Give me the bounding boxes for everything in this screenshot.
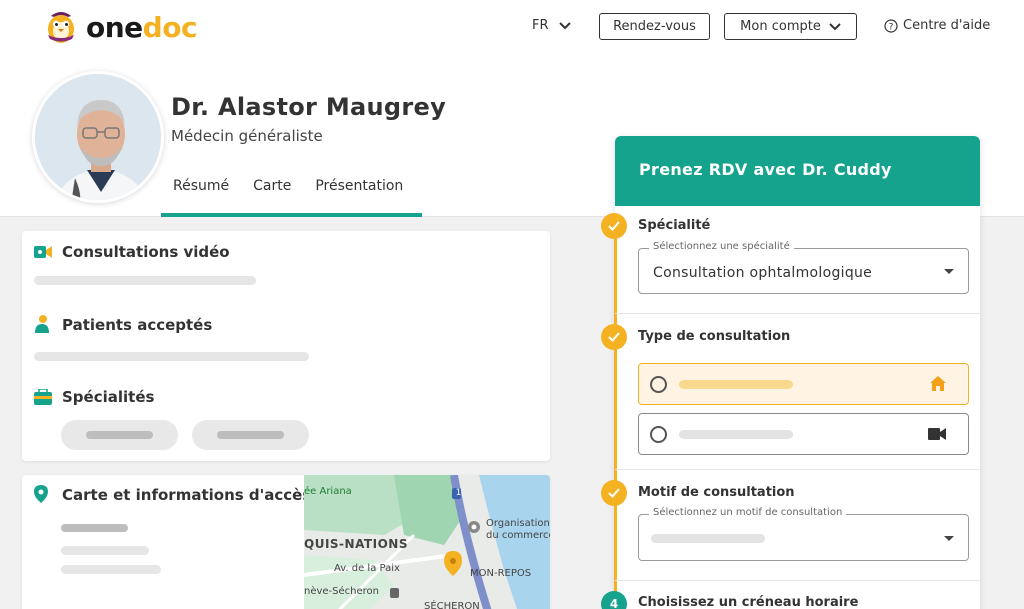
specialties-title: Spécialités: [62, 388, 155, 406]
consultation-reason-select[interactable]: Sélectionnez un motif de consultation: [638, 507, 969, 561]
option-label-placeholder: [679, 430, 793, 439]
divider: [615, 469, 980, 470]
map-label: du commerce: [486, 530, 550, 541]
tab-carte[interactable]: Carte: [241, 170, 303, 217]
appointments-button-label: Rendez-vous: [613, 19, 696, 34]
video-consultations-title: Consultations vidéo: [62, 243, 230, 261]
step-1-check-icon: [601, 213, 627, 239]
accepted-patients-title: Patients acceptés: [62, 316, 213, 334]
booking-panel-title: Prenez RDV avec Dr. Cuddy: [639, 160, 892, 179]
address-placeholder: [61, 546, 149, 555]
specialty-tag-placeholder: [192, 420, 309, 450]
map-label: MON-REPOS: [470, 568, 532, 579]
divider: [615, 580, 980, 581]
svg-text:?: ?: [889, 22, 894, 32]
doctor-name: Dr. Alastor Maugrey: [171, 93, 447, 121]
dropdown-caret-icon: [944, 269, 954, 274]
specialty-select-value: Consultation ophtalmologique: [653, 265, 873, 281]
map-label: SÉCHERON: [424, 601, 480, 609]
home-icon: [930, 376, 946, 391]
radio-button[interactable]: [650, 376, 667, 393]
step-3-title: Motif de consultation: [638, 485, 795, 500]
doctor-avatar: [32, 71, 164, 203]
map-access-card: Carte et informations d'accès ée Ariana …: [22, 475, 550, 609]
profile-tabs: Résumé Carte Présentation: [161, 170, 415, 217]
help-center-label: Centre d'aide: [903, 18, 991, 33]
video-camera-icon: [928, 428, 946, 440]
booking-steps-timeline: [614, 216, 617, 609]
patient-icon: [35, 315, 49, 333]
tab-resume[interactable]: Résumé: [161, 170, 241, 217]
video-camera-icon: [34, 246, 52, 258]
step-4-title: Choisissez un créneau horaire: [638, 595, 859, 609]
map-label: 1: [455, 488, 462, 498]
onedoc-logo[interactable]: onedoc: [42, 8, 198, 46]
map-label: Organisation: [486, 518, 550, 529]
consultation-type-in-person-option[interactable]: [638, 363, 969, 405]
my-account-button[interactable]: Mon compte: [724, 13, 857, 40]
specialty-select[interactable]: Sélectionnez une spécialité Consultation…: [638, 241, 969, 294]
step-3-check-icon: [601, 480, 627, 506]
specialty-select-legend: Sélectionnez une spécialité: [649, 241, 794, 252]
penguin-mascot-icon: [48, 12, 74, 43]
map-label: Av. de la Paix: [334, 563, 400, 574]
briefcase-icon: [34, 389, 52, 405]
map-label: ée Ariana: [304, 486, 352, 497]
map-pin-icon: [34, 485, 48, 503]
location-map[interactable]: ée Ariana QUIS-NATIONS Av. de la Paix MO…: [304, 475, 550, 609]
doctor-portrait: [35, 74, 161, 200]
summary-card: Consultations vidéo Patients acceptés Sp…: [22, 231, 550, 461]
video-consultations-placeholder: [34, 276, 256, 285]
help-center-link[interactable]: ? Centre d'aide: [884, 18, 990, 33]
map-label: QUIS-NATIONS: [304, 537, 408, 551]
language-label: FR: [532, 18, 549, 33]
my-account-button-label: Mon compte: [740, 19, 821, 34]
divider: [615, 313, 980, 314]
top-header: onedoc FR Rendez-vous Mon compte ? Centr…: [0, 0, 1024, 57]
logo-text-one: one: [86, 10, 143, 44]
chevron-down-icon: [558, 21, 571, 29]
logo-text-doc: doc: [142, 10, 198, 44]
radio-button[interactable]: [650, 426, 667, 443]
active-tab-indicator: [161, 213, 422, 217]
booking-panel-header: Prenez RDV avec Dr. Cuddy: [615, 136, 980, 206]
consultation-type-video-option[interactable]: [638, 413, 969, 455]
help-circle-icon: ?: [884, 18, 898, 33]
dropdown-caret-icon: [944, 536, 954, 541]
specialty-tag-placeholder: [61, 420, 178, 450]
map-label: nève-Sécheron: [304, 586, 380, 597]
accepted-patients-placeholder: [34, 352, 309, 361]
consultation-reason-placeholder: [651, 534, 765, 543]
address-placeholder: [61, 524, 128, 532]
step-1-title: Spécialité: [638, 218, 711, 233]
address-placeholder: [61, 565, 161, 574]
map-section-title: Carte et informations d'accès: [62, 486, 312, 504]
appointments-button[interactable]: Rendez-vous: [599, 13, 710, 40]
step-2-check-icon: [601, 324, 627, 350]
doctor-specialty: Médecin généraliste: [171, 127, 323, 145]
language-selector[interactable]: FR: [532, 18, 571, 33]
chevron-down-icon: [829, 22, 841, 30]
consultation-reason-legend: Sélectionnez un motif de consultation: [649, 507, 847, 518]
option-label-placeholder: [679, 380, 793, 389]
tab-presentation[interactable]: Présentation: [303, 170, 415, 217]
step-2-title: Type de consultation: [638, 329, 791, 344]
